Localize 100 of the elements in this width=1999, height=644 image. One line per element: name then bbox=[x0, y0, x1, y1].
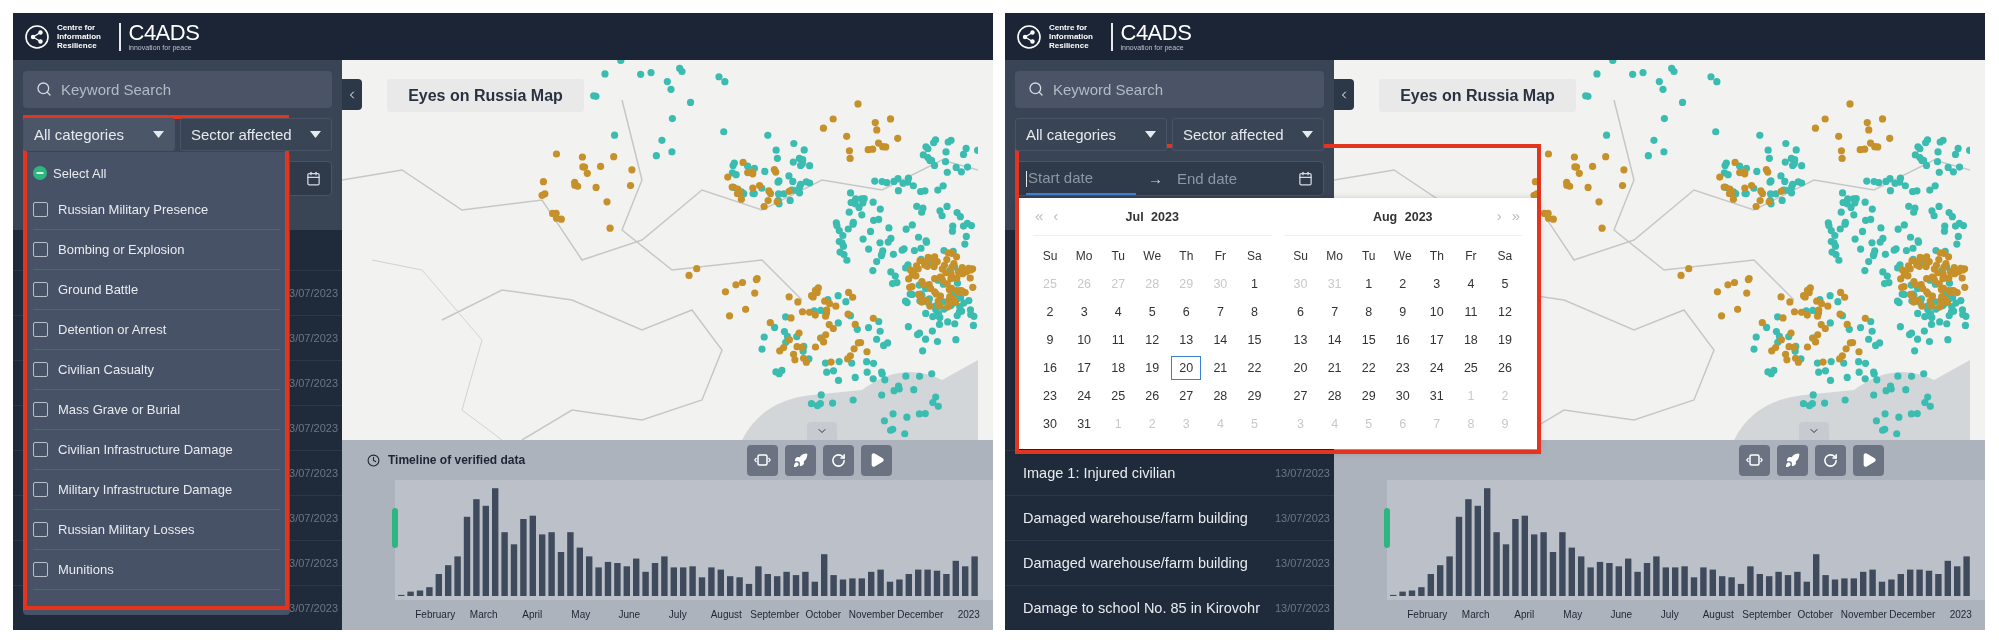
calendar-day[interactable]: 20 bbox=[1283, 354, 1318, 382]
category-option[interactable]: Ground Battle bbox=[33, 270, 280, 310]
calendar-day[interactable]: 20 bbox=[1169, 354, 1204, 382]
calendar-day[interactable]: 1 bbox=[1351, 270, 1386, 298]
calendar-day[interactable]: 3 bbox=[1419, 270, 1454, 298]
calendar-day[interactable]: 18 bbox=[1453, 326, 1488, 354]
category-option[interactable]: Civilian Infrastructure Damage bbox=[33, 430, 280, 470]
calendar-day[interactable]: 5 bbox=[1135, 298, 1170, 326]
calendar-day[interactable]: 6 bbox=[1169, 298, 1204, 326]
search-field[interactable]: Keyword Search bbox=[1015, 71, 1324, 108]
filter-dropdown[interactable]: All categories bbox=[23, 118, 175, 151]
calendar-day[interactable]: 21 bbox=[1317, 354, 1352, 382]
calendar-day[interactable]: 14 bbox=[1317, 326, 1352, 354]
calendar-day[interactable]: 26 bbox=[1487, 354, 1522, 382]
calendar-day[interactable]: 1 bbox=[1237, 270, 1272, 298]
calendar-day[interactable]: 30 bbox=[1033, 410, 1068, 438]
play-button[interactable] bbox=[1853, 444, 1884, 476]
calendar-day[interactable]: 9 bbox=[1385, 298, 1420, 326]
calendar-day[interactable]: 17 bbox=[1067, 354, 1102, 382]
collapse-button[interactable] bbox=[1334, 79, 1354, 110]
checkbox[interactable] bbox=[33, 322, 48, 337]
checkbox[interactable] bbox=[33, 282, 48, 297]
calendar-day[interactable]: 28 bbox=[1203, 382, 1238, 410]
range-handle[interactable] bbox=[1384, 508, 1390, 548]
calendar-day[interactable]: 29 bbox=[1351, 382, 1386, 410]
calendar-day[interactable]: 8 bbox=[1351, 298, 1386, 326]
range-handle[interactable] bbox=[392, 508, 398, 548]
checkbox[interactable] bbox=[33, 562, 48, 577]
checkbox[interactable] bbox=[33, 482, 48, 497]
calendar-day[interactable]: 4 bbox=[1101, 298, 1136, 326]
calendar-day[interactable]: 14 bbox=[1203, 326, 1238, 354]
category-option[interactable]: Russian Military Presence bbox=[33, 190, 280, 230]
calendar-day[interactable]: 22 bbox=[1237, 354, 1272, 382]
calendar-day[interactable]: 9 bbox=[1033, 326, 1068, 354]
collapse-button[interactable] bbox=[342, 79, 362, 110]
calendar-day[interactable]: 13 bbox=[1169, 326, 1204, 354]
calendar-day[interactable]: 4 bbox=[1453, 270, 1488, 298]
calendar-day[interactable]: 31 bbox=[1419, 382, 1454, 410]
filter-dropdown[interactable]: Sector affected bbox=[180, 118, 332, 151]
calendar-day[interactable]: 15 bbox=[1351, 326, 1386, 354]
calendar-day[interactable]: 19 bbox=[1487, 326, 1522, 354]
calendar-day[interactable]: 22 bbox=[1351, 354, 1386, 382]
calendar-day[interactable]: 17 bbox=[1419, 326, 1454, 354]
calendar-day[interactable]: 19 bbox=[1135, 354, 1170, 382]
calendar-day[interactable]: 26 bbox=[1135, 382, 1170, 410]
calendar-day[interactable]: 7 bbox=[1203, 298, 1238, 326]
calendar-day[interactable]: 24 bbox=[1419, 354, 1454, 382]
checkbox[interactable] bbox=[33, 442, 48, 457]
rocket-button[interactable] bbox=[785, 444, 816, 476]
calendar-day[interactable]: 18 bbox=[1101, 354, 1136, 382]
calendar-day[interactable]: 7 bbox=[1317, 298, 1352, 326]
fit-button[interactable] bbox=[1739, 444, 1770, 476]
search-field[interactable]: Keyword Search bbox=[23, 71, 332, 108]
calendar-day[interactable]: 27 bbox=[1169, 382, 1204, 410]
select-all-option[interactable]: Select All bbox=[33, 156, 280, 190]
calendar-day[interactable]: 24 bbox=[1067, 382, 1102, 410]
category-option[interactable]: Munitions bbox=[33, 550, 280, 590]
calendar-day[interactable]: 3 bbox=[1067, 298, 1102, 326]
calendar-day[interactable]: 23 bbox=[1385, 354, 1420, 382]
calendar-day[interactable]: 25 bbox=[1453, 354, 1488, 382]
filter-dropdown[interactable]: All categories bbox=[1015, 118, 1167, 151]
calendar-day[interactable]: 11 bbox=[1101, 326, 1136, 354]
calendar-day[interactable]: 2 bbox=[1385, 270, 1420, 298]
calendar-day[interactable]: 23 bbox=[1033, 382, 1068, 410]
category-option[interactable]: Detention or Arrest bbox=[33, 310, 280, 350]
calendar-day[interactable]: 27 bbox=[1283, 382, 1318, 410]
checkbox[interactable] bbox=[33, 242, 48, 257]
calendar-day[interactable]: 16 bbox=[1033, 354, 1068, 382]
category-option[interactable]: Bombing or Explosion bbox=[33, 230, 280, 270]
toggle-button[interactable] bbox=[807, 422, 837, 440]
checkbox[interactable] bbox=[33, 202, 48, 217]
calendar-day[interactable]: 29 bbox=[1237, 382, 1272, 410]
checkbox[interactable] bbox=[33, 402, 48, 417]
filter-dropdown[interactable]: Sector affected bbox=[1172, 118, 1324, 151]
fit-button[interactable] bbox=[747, 444, 778, 476]
calendar-day[interactable]: 8 bbox=[1237, 298, 1272, 326]
start-date-input[interactable]: Start date bbox=[1026, 162, 1136, 195]
category-option[interactable]: Mass Grave or Burial bbox=[33, 390, 280, 430]
calendar-day[interactable]: 11 bbox=[1453, 298, 1488, 326]
category-option[interactable]: Russian Military Losses bbox=[33, 510, 280, 550]
calendar-day[interactable]: 31 bbox=[1067, 410, 1102, 438]
category-option[interactable]: Civilian Casualty bbox=[33, 350, 280, 390]
calendar-day[interactable]: 25 bbox=[1101, 382, 1136, 410]
checkbox[interactable] bbox=[33, 362, 48, 377]
category-option[interactable]: Military Infrastructure Damage bbox=[33, 470, 280, 510]
calendar-day[interactable]: 30 bbox=[1385, 382, 1420, 410]
toggle-button[interactable] bbox=[1799, 422, 1829, 440]
reset-button[interactable] bbox=[823, 444, 854, 476]
calendar-day[interactable]: 10 bbox=[1067, 326, 1102, 354]
calendar-day[interactable]: 2 bbox=[1033, 298, 1068, 326]
calendar-day[interactable]: 15 bbox=[1237, 326, 1272, 354]
calendar-day[interactable]: 12 bbox=[1135, 326, 1170, 354]
calendar-day[interactable]: 16 bbox=[1385, 326, 1420, 354]
play-button[interactable] bbox=[861, 444, 892, 476]
calendar-day[interactable]: 28 bbox=[1317, 382, 1352, 410]
calendar-day[interactable]: 12 bbox=[1487, 298, 1522, 326]
calendar-day[interactable]: 21 bbox=[1203, 354, 1238, 382]
reset-button[interactable] bbox=[1815, 444, 1846, 476]
calendar-day[interactable]: 5 bbox=[1487, 270, 1522, 298]
end-date-input[interactable]: End date bbox=[1175, 162, 1285, 195]
